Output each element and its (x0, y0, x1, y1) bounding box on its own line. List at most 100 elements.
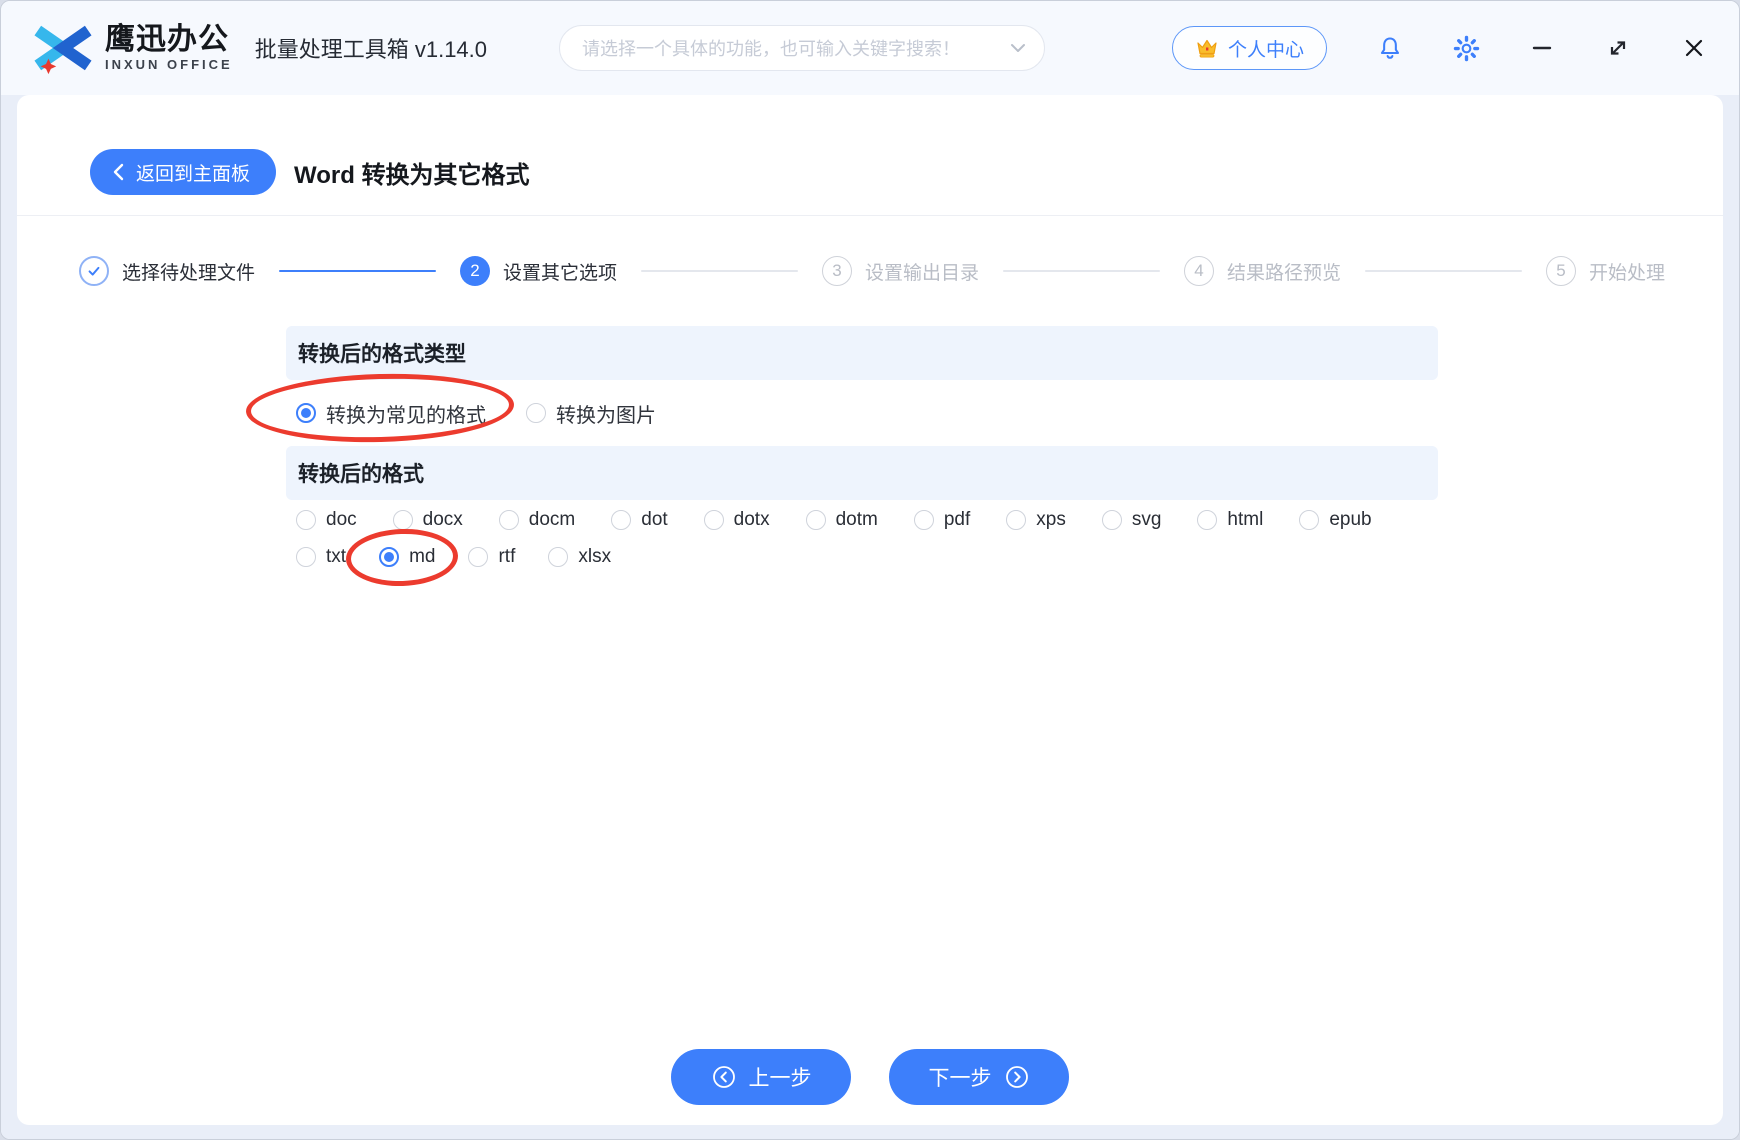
radio-label: docm (528, 509, 576, 530)
radio-label: doc (326, 509, 357, 530)
step-output-directory: 3 设置输出目录 (822, 256, 979, 286)
content-card: 返回到主面板 Word 转换为其它格式 选择待处理文件 2 设置其它选项 3 设… (17, 95, 1723, 1125)
app-title: 批量处理工具箱 v1.14.0 (254, 37, 488, 62)
radio-unselected-icon (1101, 510, 1122, 530)
brand-logo: 鹰迅办公 INXUN OFFICE (31, 19, 233, 77)
step-result-preview: 4 结果路径预览 (1184, 256, 1341, 286)
step-connector (279, 270, 436, 272)
section-format-header: 转换后的格式 (286, 446, 1438, 500)
radio-unselected-icon (392, 510, 413, 530)
back-button-label: 返回到主面板 (136, 163, 251, 185)
radio-unselected-icon (1006, 510, 1027, 530)
previous-step-label: 上一步 (748, 1067, 812, 1090)
crown-icon (1195, 37, 1219, 59)
radio-format-rtf[interactable]: rtf (468, 546, 515, 568)
radio-label: svg (1131, 509, 1162, 530)
radio-format-html[interactable]: html (1197, 509, 1263, 531)
radio-format-txt[interactable]: txt (296, 546, 346, 568)
radio-format-docx[interactable]: docx (392, 509, 463, 531)
chevron-down-icon (1010, 43, 1026, 53)
radio-unselected-icon (296, 510, 316, 530)
section-title: 转换后的格式 (298, 463, 424, 486)
radio-label: dotx (733, 509, 770, 530)
notifications-button[interactable] (1373, 31, 1407, 65)
card-header: 返回到主面板 Word 转换为其它格式 (17, 95, 1723, 216)
close-button[interactable] (1677, 31, 1711, 65)
radio-format-docm[interactable]: docm (498, 509, 576, 531)
previous-step-button[interactable]: 上一步 (671, 1049, 851, 1105)
radio-format-pdf[interactable]: pdf (913, 509, 971, 531)
radio-unselected-icon (913, 510, 934, 530)
format-options-row-2: txt md rtf xlsx (296, 527, 1723, 588)
radio-label: 转换为常见的格式 (326, 404, 486, 427)
step-connector (1003, 270, 1160, 272)
back-to-dashboard-button[interactable]: 返回到主面板 (90, 149, 277, 195)
wizard-steps: 选择待处理文件 2 设置其它选项 3 设置输出目录 4 结果路径预览 5 开始处… (17, 216, 1723, 326)
radio-unselected-icon (1197, 510, 1218, 530)
radio-unselected-icon (548, 547, 569, 567)
section-title: 转换后的格式类型 (298, 343, 466, 366)
radio-format-dotm[interactable]: dotm (805, 509, 878, 531)
radio-label: epub (1329, 509, 1372, 530)
radio-format-xps[interactable]: xps (1006, 509, 1066, 531)
radio-convert-to-image[interactable]: 转换为图片 (526, 399, 656, 428)
next-step-label: 下一步 (928, 1067, 992, 1090)
step-label: 选择待处理文件 (122, 262, 256, 284)
radio-format-svg[interactable]: svg (1101, 509, 1162, 531)
radio-unselected-icon (703, 510, 724, 530)
close-icon (1685, 39, 1703, 57)
radio-unselected-icon (805, 510, 826, 530)
radio-label: xps (1036, 509, 1066, 530)
radio-label: txt (326, 546, 347, 567)
radio-label: dot (641, 509, 668, 530)
radio-common-format[interactable]: 转换为常见的格式 (245, 370, 515, 445)
radio-label: md (409, 546, 436, 567)
step-start-processing: 5 开始处理 (1546, 256, 1665, 286)
radio-label: html (1227, 509, 1264, 530)
function-search-select[interactable]: 请选择一个具体的功能，也可输入关键字搜索！ (559, 25, 1046, 71)
step-number: 2 (460, 256, 490, 286)
format-options-row-1: doc docx docm dot dotx dotm pdf xps svg … (296, 500, 1723, 540)
radio-format-dotx[interactable]: dotx (703, 509, 770, 531)
radio-format-dot[interactable]: dot (611, 509, 668, 531)
format-type-options: 转换为常见的格式 转换为图片 (245, 370, 1723, 446)
radio-format-doc[interactable]: doc (296, 509, 357, 531)
radio-label: dotm (835, 509, 878, 530)
radio-format-xlsx[interactable]: xlsx (548, 546, 611, 568)
radio-label: docx (422, 509, 463, 530)
wizard-footer: 上一步 下一步 (17, 1049, 1723, 1105)
app-window: 鹰迅办公 INXUN OFFICE 批量处理工具箱 v1.14.0 请选择一个具… (0, 0, 1740, 1140)
next-step-button[interactable]: 下一步 (889, 1049, 1069, 1105)
settings-button[interactable] (1449, 31, 1483, 65)
circle-chevron-right-icon (1005, 1066, 1028, 1088)
radio-label: 转换为图片 (556, 404, 656, 427)
minimize-button[interactable] (1525, 31, 1559, 65)
bell-icon (1380, 37, 1400, 59)
circle-chevron-left-icon (712, 1066, 735, 1088)
minimize-icon (1532, 46, 1552, 50)
radio-unselected-icon (498, 510, 519, 530)
user-center-button[interactable]: 个人中心 (1171, 26, 1327, 70)
radio-label: pdf (943, 509, 971, 530)
radio-label: rtf (498, 546, 516, 567)
radio-unselected-icon (296, 547, 316, 567)
gear-icon (1453, 35, 1479, 61)
step-label: 开始处理 (1589, 262, 1666, 284)
step-done-check-icon (79, 256, 109, 286)
main-area: 返回到主面板 Word 转换为其它格式 选择待处理文件 2 设置其它选项 3 设… (1, 95, 1739, 1139)
radio-unselected-icon (611, 510, 632, 530)
radio-unselected-icon (468, 547, 489, 567)
radio-format-md[interactable]: md (345, 527, 460, 588)
radio-unselected-icon (1299, 510, 1320, 530)
maximize-button[interactable] (1601, 31, 1635, 65)
brand-subtitle: INXUN OFFICE (105, 57, 233, 73)
radio-format-epub[interactable]: epub (1299, 509, 1372, 531)
radio-selected-icon (379, 547, 400, 567)
section-format-type-header: 转换后的格式类型 (286, 326, 1438, 380)
step-select-files: 选择待处理文件 (79, 256, 255, 286)
chevron-left-icon (113, 163, 124, 181)
top-bar: 鹰迅办公 INXUN OFFICE 批量处理工具箱 v1.14.0 请选择一个具… (1, 1, 1739, 95)
step-connector (641, 270, 798, 272)
page-title: Word 转换为其它格式 (294, 161, 530, 189)
step-set-options: 2 设置其它选项 (460, 256, 617, 286)
